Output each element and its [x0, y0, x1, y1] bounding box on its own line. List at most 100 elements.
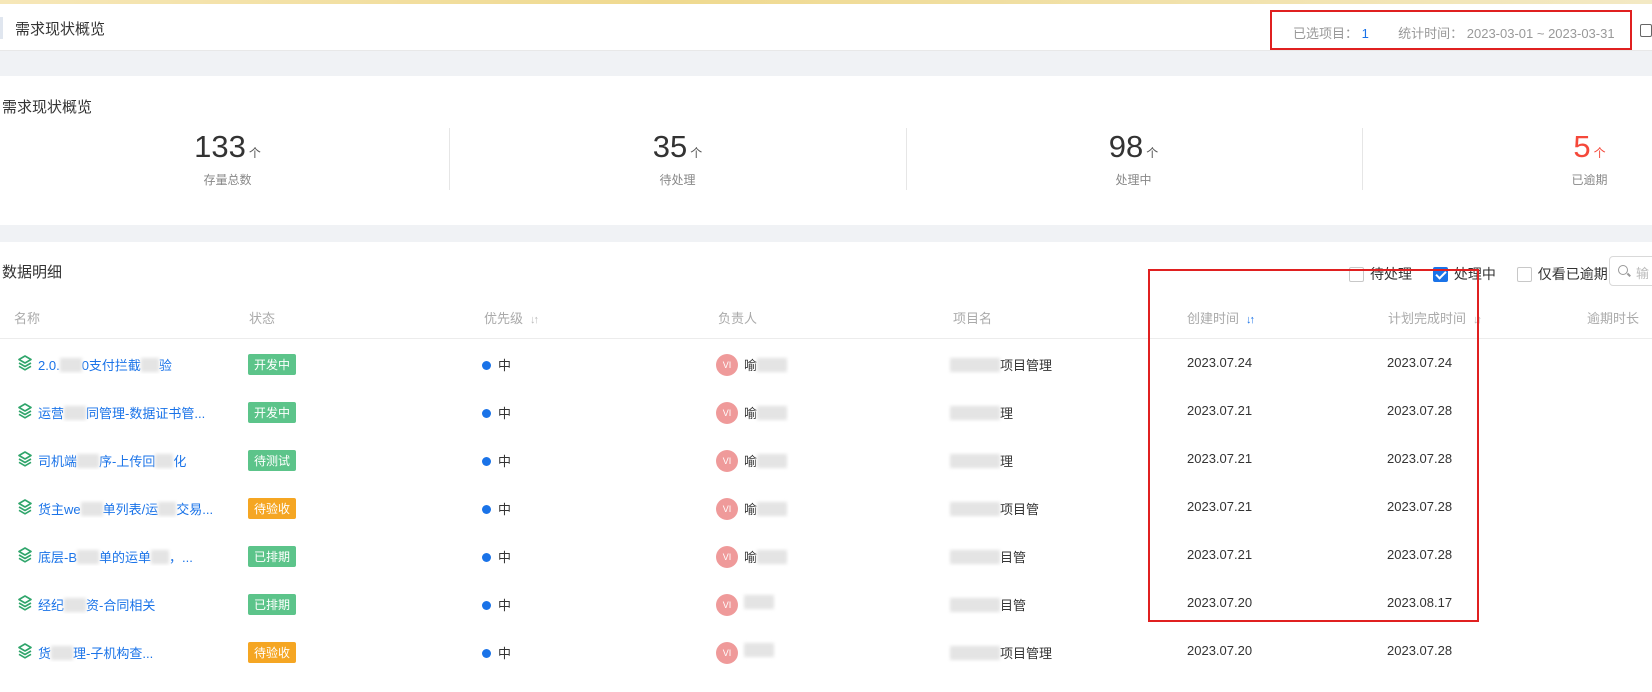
stat-pending-label: 待处理 — [659, 173, 696, 187]
redacted-text — [950, 406, 1000, 420]
planned-date: 2023.07.28 — [1387, 643, 1453, 658]
row-name-link[interactable]: 司机端 序-上传回 化 — [38, 451, 186, 470]
owner-cell: 喻 — [744, 403, 788, 422]
layers-icon — [18, 595, 32, 611]
row-name-part: 单列表/运 — [102, 502, 159, 517]
redacted-text — [757, 550, 788, 564]
row-name-link[interactable]: 货 理-子机构查... — [38, 643, 153, 662]
redacted-text — [744, 643, 774, 657]
row-name-part: 底层-B — [38, 550, 78, 565]
stat-processing: 98 个 处理中 — [906, 129, 1361, 188]
project-cell: 项目管理 — [950, 643, 1052, 662]
status-badge: 已排期 — [248, 546, 297, 567]
avatar: VI — [716, 402, 738, 424]
priority-label: 中 — [498, 550, 512, 565]
project-cell: 理 — [950, 451, 1013, 470]
priority-cell: 中 — [482, 547, 511, 566]
row-name-link[interactable]: 货主we 单列表/运 交易... — [38, 499, 213, 518]
layers-icon — [18, 355, 32, 371]
column-header-overdue: 逾期时长 — [1587, 311, 1640, 326]
layers-icon — [18, 451, 32, 467]
status-badge: 待测试 — [248, 450, 297, 471]
layers-icon — [18, 643, 32, 659]
stat-total: 133 个 存量总数 — [0, 129, 455, 188]
redacted-text — [950, 646, 1000, 660]
owner-name: 喻 — [744, 358, 758, 373]
row-name-part: 序-上传回 — [99, 454, 156, 469]
row-name-part: 司机端 — [38, 454, 78, 469]
redacted-text — [151, 550, 170, 564]
owner-name: 喻 — [744, 454, 758, 469]
search-input[interactable]: 输 — [1609, 256, 1652, 286]
overview-title: 需求现状概览 — [2, 99, 93, 116]
avatar: VI — [716, 450, 738, 472]
priority-dot-icon — [482, 649, 491, 658]
project-name: 理 — [1000, 454, 1014, 469]
avatar: VI — [716, 354, 738, 376]
project-cell: 项目管 — [950, 499, 1039, 518]
avatar: VI — [716, 546, 738, 568]
column-header-priority[interactable]: 优先级 ↓↑ — [484, 308, 539, 327]
redacted-text — [950, 502, 1000, 516]
priority-label: 中 — [498, 646, 512, 661]
priority-dot-icon — [482, 601, 491, 610]
row-name-link[interactable]: 底层-B 单的运单 ，... — [38, 547, 193, 566]
redacted-text — [757, 502, 788, 516]
page-title: 需求现状概览 — [15, 21, 106, 38]
row-name-part: 资-合同相关 — [86, 598, 156, 613]
redacted-text — [51, 646, 74, 660]
redacted-text — [950, 598, 1000, 612]
detail-title: 数据明细 — [2, 264, 63, 281]
copy-icon[interactable] — [1640, 24, 1652, 37]
owner-name: 喻 — [744, 406, 758, 421]
priority-cell: 中 — [482, 451, 511, 470]
redacted-text — [744, 595, 774, 609]
redacted-text — [950, 550, 1000, 564]
redacted-text — [77, 454, 100, 468]
priority-cell: 中 — [482, 403, 511, 422]
column-header-status: 状态 — [249, 311, 276, 326]
column-header-owner: 负责人 — [718, 311, 758, 326]
status-badge: 待验收 — [248, 498, 297, 519]
project-name: 项目管 — [1000, 502, 1040, 517]
priority-dot-icon — [482, 505, 491, 514]
row-name-part: 同管理-数据证书管... — [86, 406, 206, 421]
stat-overdue-value: 5 — [1573, 129, 1591, 164]
layers-icon — [18, 499, 32, 515]
layers-icon — [18, 403, 32, 419]
stat-overdue: 5个 已逾期 — [1362, 129, 1652, 188]
priority-label: 中 — [498, 358, 512, 373]
row-name-part: 化 — [173, 454, 187, 469]
priority-dot-icon — [482, 553, 491, 562]
stat-processing-value: 98 — [1108, 129, 1144, 164]
created-date: 2023.07.20 — [1187, 643, 1253, 658]
row-name-part: 2.0. — [38, 358, 60, 373]
stat-processing-unit: 个 — [1146, 146, 1159, 160]
redacted-text — [950, 358, 1000, 372]
checkbox-overdue-only[interactable] — [1516, 267, 1532, 282]
owner-cell: 喻 — [744, 547, 788, 566]
project-cell: 项目管理 — [950, 355, 1052, 374]
redacted-text — [64, 406, 87, 420]
redacted-text — [140, 358, 159, 372]
table-row[interactable]: 货 理-子机构查... 待验收 中 VI 项目管理 2023.07.20 2023.07.28 — [0, 629, 1652, 677]
project-cell: 目管 — [950, 595, 1026, 614]
priority-cell: 中 — [482, 499, 511, 518]
column-header-project: 项目名 — [953, 311, 993, 326]
row-name-part: 货 — [38, 646, 52, 661]
row-name-link[interactable]: 运营 同管理-数据证书管... — [38, 403, 205, 422]
column-header-priority-label: 优先级 — [484, 311, 524, 326]
project-name: 项目管理 — [1000, 646, 1053, 661]
priority-cell: 中 — [482, 643, 511, 662]
row-name-link[interactable]: 经纪 资-合同相关 — [38, 595, 155, 614]
row-name-link[interactable]: 2.0. 0支付拦截 验 — [38, 355, 172, 374]
filter-overdue-only[interactable]: 仅看已逾期 — [1516, 264, 1608, 284]
row-name-part: 交易... — [176, 502, 214, 517]
header-accent-bar — [0, 17, 3, 39]
row-name-part: 货主we — [38, 502, 81, 517]
stat-overdue-unit: 个 — [1593, 146, 1606, 160]
priority-label: 中 — [498, 406, 512, 421]
project-name: 项目管理 — [1000, 358, 1053, 373]
stat-pending-value: 35 — [652, 129, 688, 164]
sort-icon[interactable]: ↓↑ — [530, 314, 539, 326]
